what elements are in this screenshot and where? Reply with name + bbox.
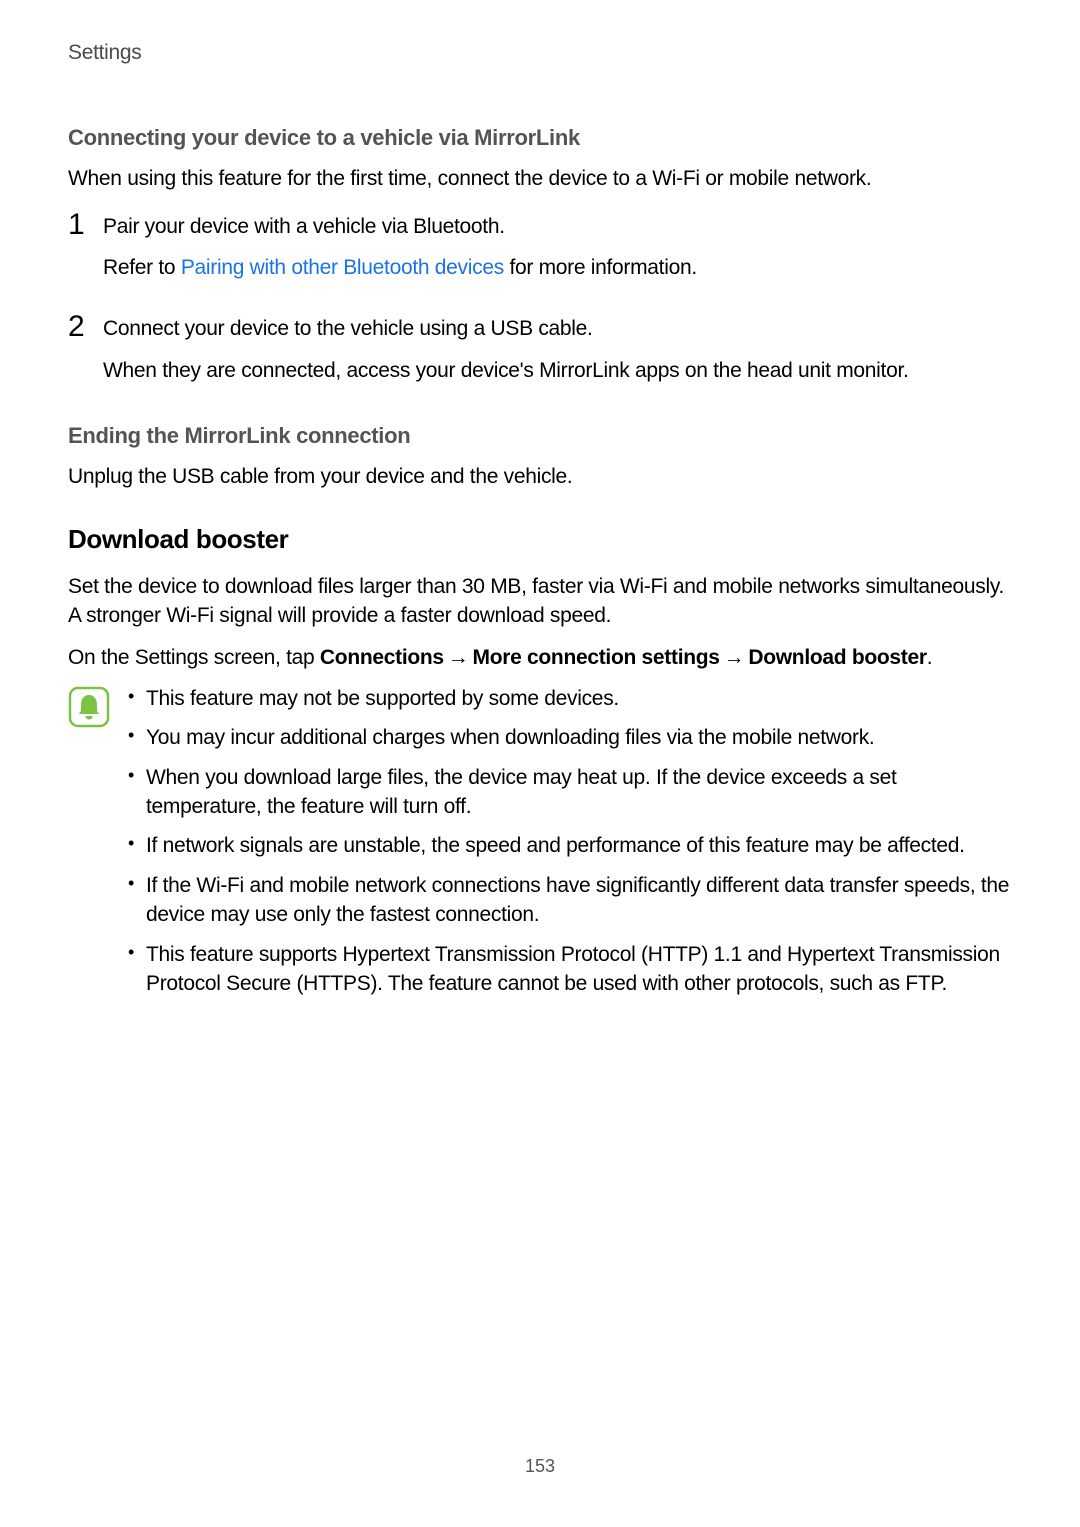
nav-download-booster: Download booster xyxy=(748,646,926,669)
page-container: Settings Connecting your device to a veh… xyxy=(0,0,1080,1527)
nav-more-connection-settings: More connection settings xyxy=(473,646,720,669)
note-bell-icon xyxy=(68,684,118,728)
step-1-refer: Refer to Pairing with other Bluetooth de… xyxy=(103,253,1012,282)
subheading-ending: Ending the MirrorLink connection xyxy=(68,421,1012,452)
note-item: If network signals are unstable, the spe… xyxy=(124,831,1012,860)
booster-p2-suffix: . xyxy=(927,646,933,669)
step-2-line-2: When they are connected, access your dev… xyxy=(103,356,1012,385)
note-item: You may incur additional charges when do… xyxy=(124,723,1012,752)
step-list: 1 Pair your device with a vehicle via Bl… xyxy=(68,210,1012,398)
note-item: When you download large files, the devic… xyxy=(124,763,1012,822)
connecting-intro: When using this feature for the first ti… xyxy=(68,164,1012,193)
note-list: This feature may not be supported by som… xyxy=(118,684,1012,1009)
step-2: 2 Connect your device to the vehicle usi… xyxy=(68,312,1012,397)
step-1-line-1: Pair your device with a vehicle via Blue… xyxy=(103,212,1012,241)
page-header: Settings xyxy=(68,38,1012,67)
refer-prefix: Refer to xyxy=(103,256,181,279)
booster-para-2: On the Settings screen, tap Connections→… xyxy=(68,643,1012,672)
arrow-icon: → xyxy=(720,646,749,669)
step-body: Connect your device to the vehicle using… xyxy=(103,312,1012,397)
subheading-connecting: Connecting your device to a vehicle via … xyxy=(68,123,1012,154)
refer-suffix: for more information. xyxy=(504,256,697,279)
step-number: 2 xyxy=(68,312,103,342)
arrow-icon: → xyxy=(444,646,473,669)
step-body: Pair your device with a vehicle via Blue… xyxy=(103,210,1012,295)
ending-body: Unplug the USB cable from your device an… xyxy=(68,462,1012,491)
booster-p2-prefix: On the Settings screen, tap xyxy=(68,646,320,669)
bluetooth-pairing-link[interactable]: Pairing with other Bluetooth devices xyxy=(181,256,504,279)
step-number: 1 xyxy=(68,210,103,240)
page-number: 153 xyxy=(0,1454,1080,1479)
step-1: 1 Pair your device with a vehicle via Bl… xyxy=(68,210,1012,295)
note-item: If the Wi-Fi and mobile network connecti… xyxy=(124,871,1012,930)
section-download-booster: Download booster xyxy=(68,521,1012,557)
note-block: This feature may not be supported by som… xyxy=(68,684,1012,1009)
note-item: This feature may not be supported by som… xyxy=(124,684,1012,713)
note-item: This feature supports Hypertext Transmis… xyxy=(124,940,1012,999)
booster-para-1: Set the device to download files larger … xyxy=(68,572,1012,631)
nav-connections: Connections xyxy=(320,646,444,669)
step-2-line-1: Connect your device to the vehicle using… xyxy=(103,314,1012,343)
